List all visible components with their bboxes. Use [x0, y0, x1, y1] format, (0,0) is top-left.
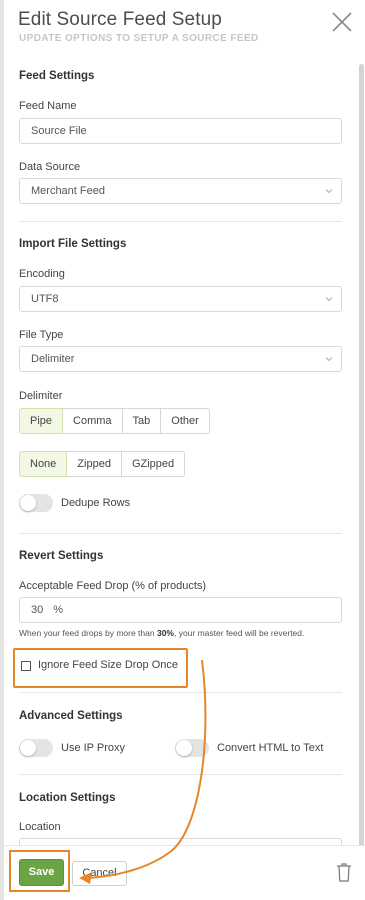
- chevron-down-icon: [325, 189, 333, 194]
- section-title-advanced-settings: Advanced Settings: [19, 710, 123, 722]
- section-title-revert-settings: Revert Settings: [19, 550, 104, 562]
- convert-html-toggle[interactable]: [175, 739, 209, 757]
- data-source-select[interactable]: Merchant Feed: [19, 178, 342, 204]
- divider: [19, 692, 342, 693]
- encoding-value: UTF8: [31, 293, 59, 305]
- compression-segmented-control: None Zipped GZipped: [19, 451, 186, 477]
- cancel-button[interactable]: Cancel: [72, 861, 127, 886]
- delimiter-label: Delimiter: [19, 390, 63, 402]
- delimiter-option-other[interactable]: Other: [161, 408, 210, 434]
- delimiter-option-pipe[interactable]: Pipe: [19, 408, 64, 434]
- page-title: Edit Source Feed Setup: [18, 9, 222, 30]
- divider: [19, 533, 342, 534]
- file-type-value: Delimiter: [31, 353, 75, 365]
- dedupe-rows-toggle[interactable]: [19, 494, 53, 512]
- trash-icon[interactable]: [336, 862, 352, 882]
- section-title-location-settings: Location Settings: [19, 792, 116, 804]
- file-type-select[interactable]: Delimiter: [19, 346, 342, 372]
- compression-option-none[interactable]: None: [19, 451, 68, 477]
- divider: [19, 774, 342, 775]
- helper-threshold: 30%: [156, 628, 174, 638]
- data-source-value: Merchant Feed: [31, 185, 105, 197]
- chevron-down-icon: [325, 357, 333, 362]
- feed-name-input[interactable]: Source File: [19, 118, 342, 144]
- close-icon[interactable]: [331, 11, 353, 33]
- ignore-drop-checkbox[interactable]: [21, 661, 31, 671]
- panel-header: Edit Source Feed Setup UPDATE OPTIONS TO…: [18, 0, 365, 56]
- scrollbar[interactable]: [359, 64, 364, 850]
- feed-drop-label: Acceptable Feed Drop (% of products): [19, 580, 207, 592]
- data-source-label: Data Source: [19, 161, 81, 173]
- encoding-label: Encoding: [19, 268, 65, 280]
- feed-drop-value: 30: [31, 604, 44, 616]
- panel-edge: [0, 0, 4, 900]
- compression-option-zipped[interactable]: Zipped: [67, 451, 122, 477]
- ip-proxy-toggle[interactable]: [19, 739, 53, 757]
- compression-option-gzipped[interactable]: GZipped: [121, 451, 186, 477]
- section-title-feed-settings: Feed Settings: [19, 70, 95, 82]
- encoding-select[interactable]: UTF8: [19, 286, 342, 312]
- feed-drop-input[interactable]: 30%: [19, 597, 342, 623]
- file-type-label: File Type: [19, 329, 64, 341]
- helper-prefix: When your feed drops by more than: [19, 628, 157, 638]
- feed-drop-unit: %: [53, 604, 64, 616]
- chevron-down-icon: [325, 297, 333, 302]
- delimiter-option-comma[interactable]: Comma: [63, 408, 123, 434]
- delimiter-segmented-control: Pipe Comma Tab Other: [19, 408, 210, 434]
- ignore-drop-label[interactable]: Ignore Feed Size Drop Once: [38, 659, 178, 671]
- page-subtitle: UPDATE OPTIONS TO SETUP A SOURCE FEED: [19, 33, 259, 44]
- ip-proxy-label: Use IP Proxy: [61, 742, 125, 754]
- save-button[interactable]: Save: [19, 859, 64, 886]
- feed-drop-helper-text: When your feed drops by more than 30%, y…: [19, 628, 304, 638]
- feed-name-label: Feed Name: [19, 100, 77, 112]
- section-title-import-settings: Import File Settings: [19, 238, 127, 250]
- divider: [19, 221, 342, 222]
- convert-html-label: Convert HTML to Text: [217, 742, 324, 754]
- delimiter-option-tab[interactable]: Tab: [122, 408, 162, 434]
- dedupe-rows-label: Dedupe Rows: [61, 497, 131, 509]
- location-label: Location: [19, 821, 61, 833]
- helper-suffix: , your master feed will be reverted.: [173, 628, 305, 638]
